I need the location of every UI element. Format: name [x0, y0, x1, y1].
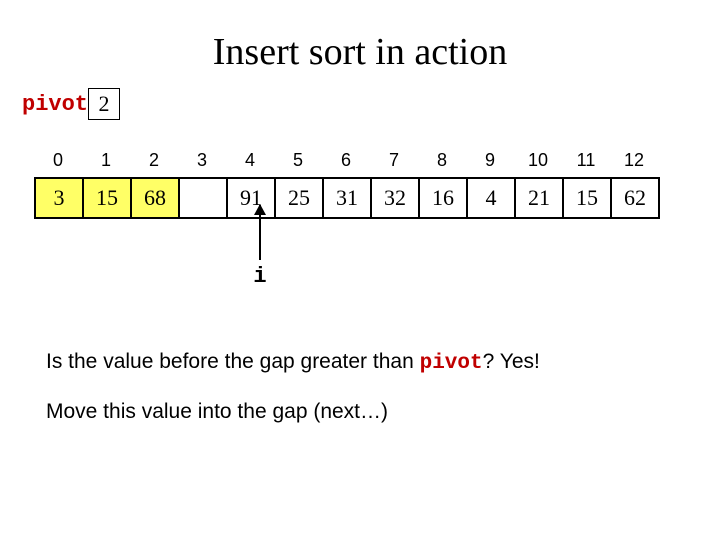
array-cell: 15 — [564, 177, 612, 219]
index-label: 3 — [178, 150, 226, 171]
index-label: 6 — [322, 150, 370, 171]
index-label: 5 — [274, 150, 322, 171]
caption-text: Is the value before the gap greater than — [46, 350, 420, 373]
index-label: 9 — [466, 150, 514, 171]
index-label: 11 — [562, 150, 610, 171]
array-cell: 62 — [612, 177, 660, 219]
array-cell: 3 — [36, 177, 84, 219]
caption-line-2: Move this value into the gap (next…) — [46, 400, 388, 424]
cell-row: 3 15 68 91 25 31 32 16 4 21 15 62 — [34, 177, 660, 219]
index-label: 2 — [130, 150, 178, 171]
index-label: 10 — [514, 150, 562, 171]
pointer-i: i — [250, 205, 270, 289]
index-label: 8 — [418, 150, 466, 171]
array-area: 0 1 2 3 4 5 6 7 8 9 10 11 12 3 15 68 91 … — [34, 150, 660, 219]
array-cell: 32 — [372, 177, 420, 219]
array-cell: 15 — [84, 177, 132, 219]
pointer-label: i — [250, 264, 270, 289]
caption-line-1: Is the value before the gap greater than… — [46, 350, 540, 375]
array-cell: 68 — [132, 177, 180, 219]
array-cell: 16 — [420, 177, 468, 219]
pivot-label: pivot — [22, 92, 88, 117]
array-cell: 31 — [324, 177, 372, 219]
array-cell: 4 — [468, 177, 516, 219]
pivot-keyword: pivot — [420, 352, 483, 375]
array-cell-gap — [180, 177, 228, 219]
pivot-value-box: 2 — [88, 88, 120, 120]
index-label: 0 — [34, 150, 82, 171]
index-label: 7 — [370, 150, 418, 171]
arrow-up-icon — [259, 205, 261, 260]
array-cell: 21 — [516, 177, 564, 219]
page-title: Insert sort in action — [0, 30, 720, 74]
pivot-group: pivot 2 — [22, 88, 120, 120]
index-label: 1 — [82, 150, 130, 171]
index-label: 12 — [610, 150, 658, 171]
index-row: 0 1 2 3 4 5 6 7 8 9 10 11 12 — [34, 150, 660, 171]
index-label: 4 — [226, 150, 274, 171]
caption-text: ? Yes! — [483, 350, 540, 373]
array-cell: 25 — [276, 177, 324, 219]
